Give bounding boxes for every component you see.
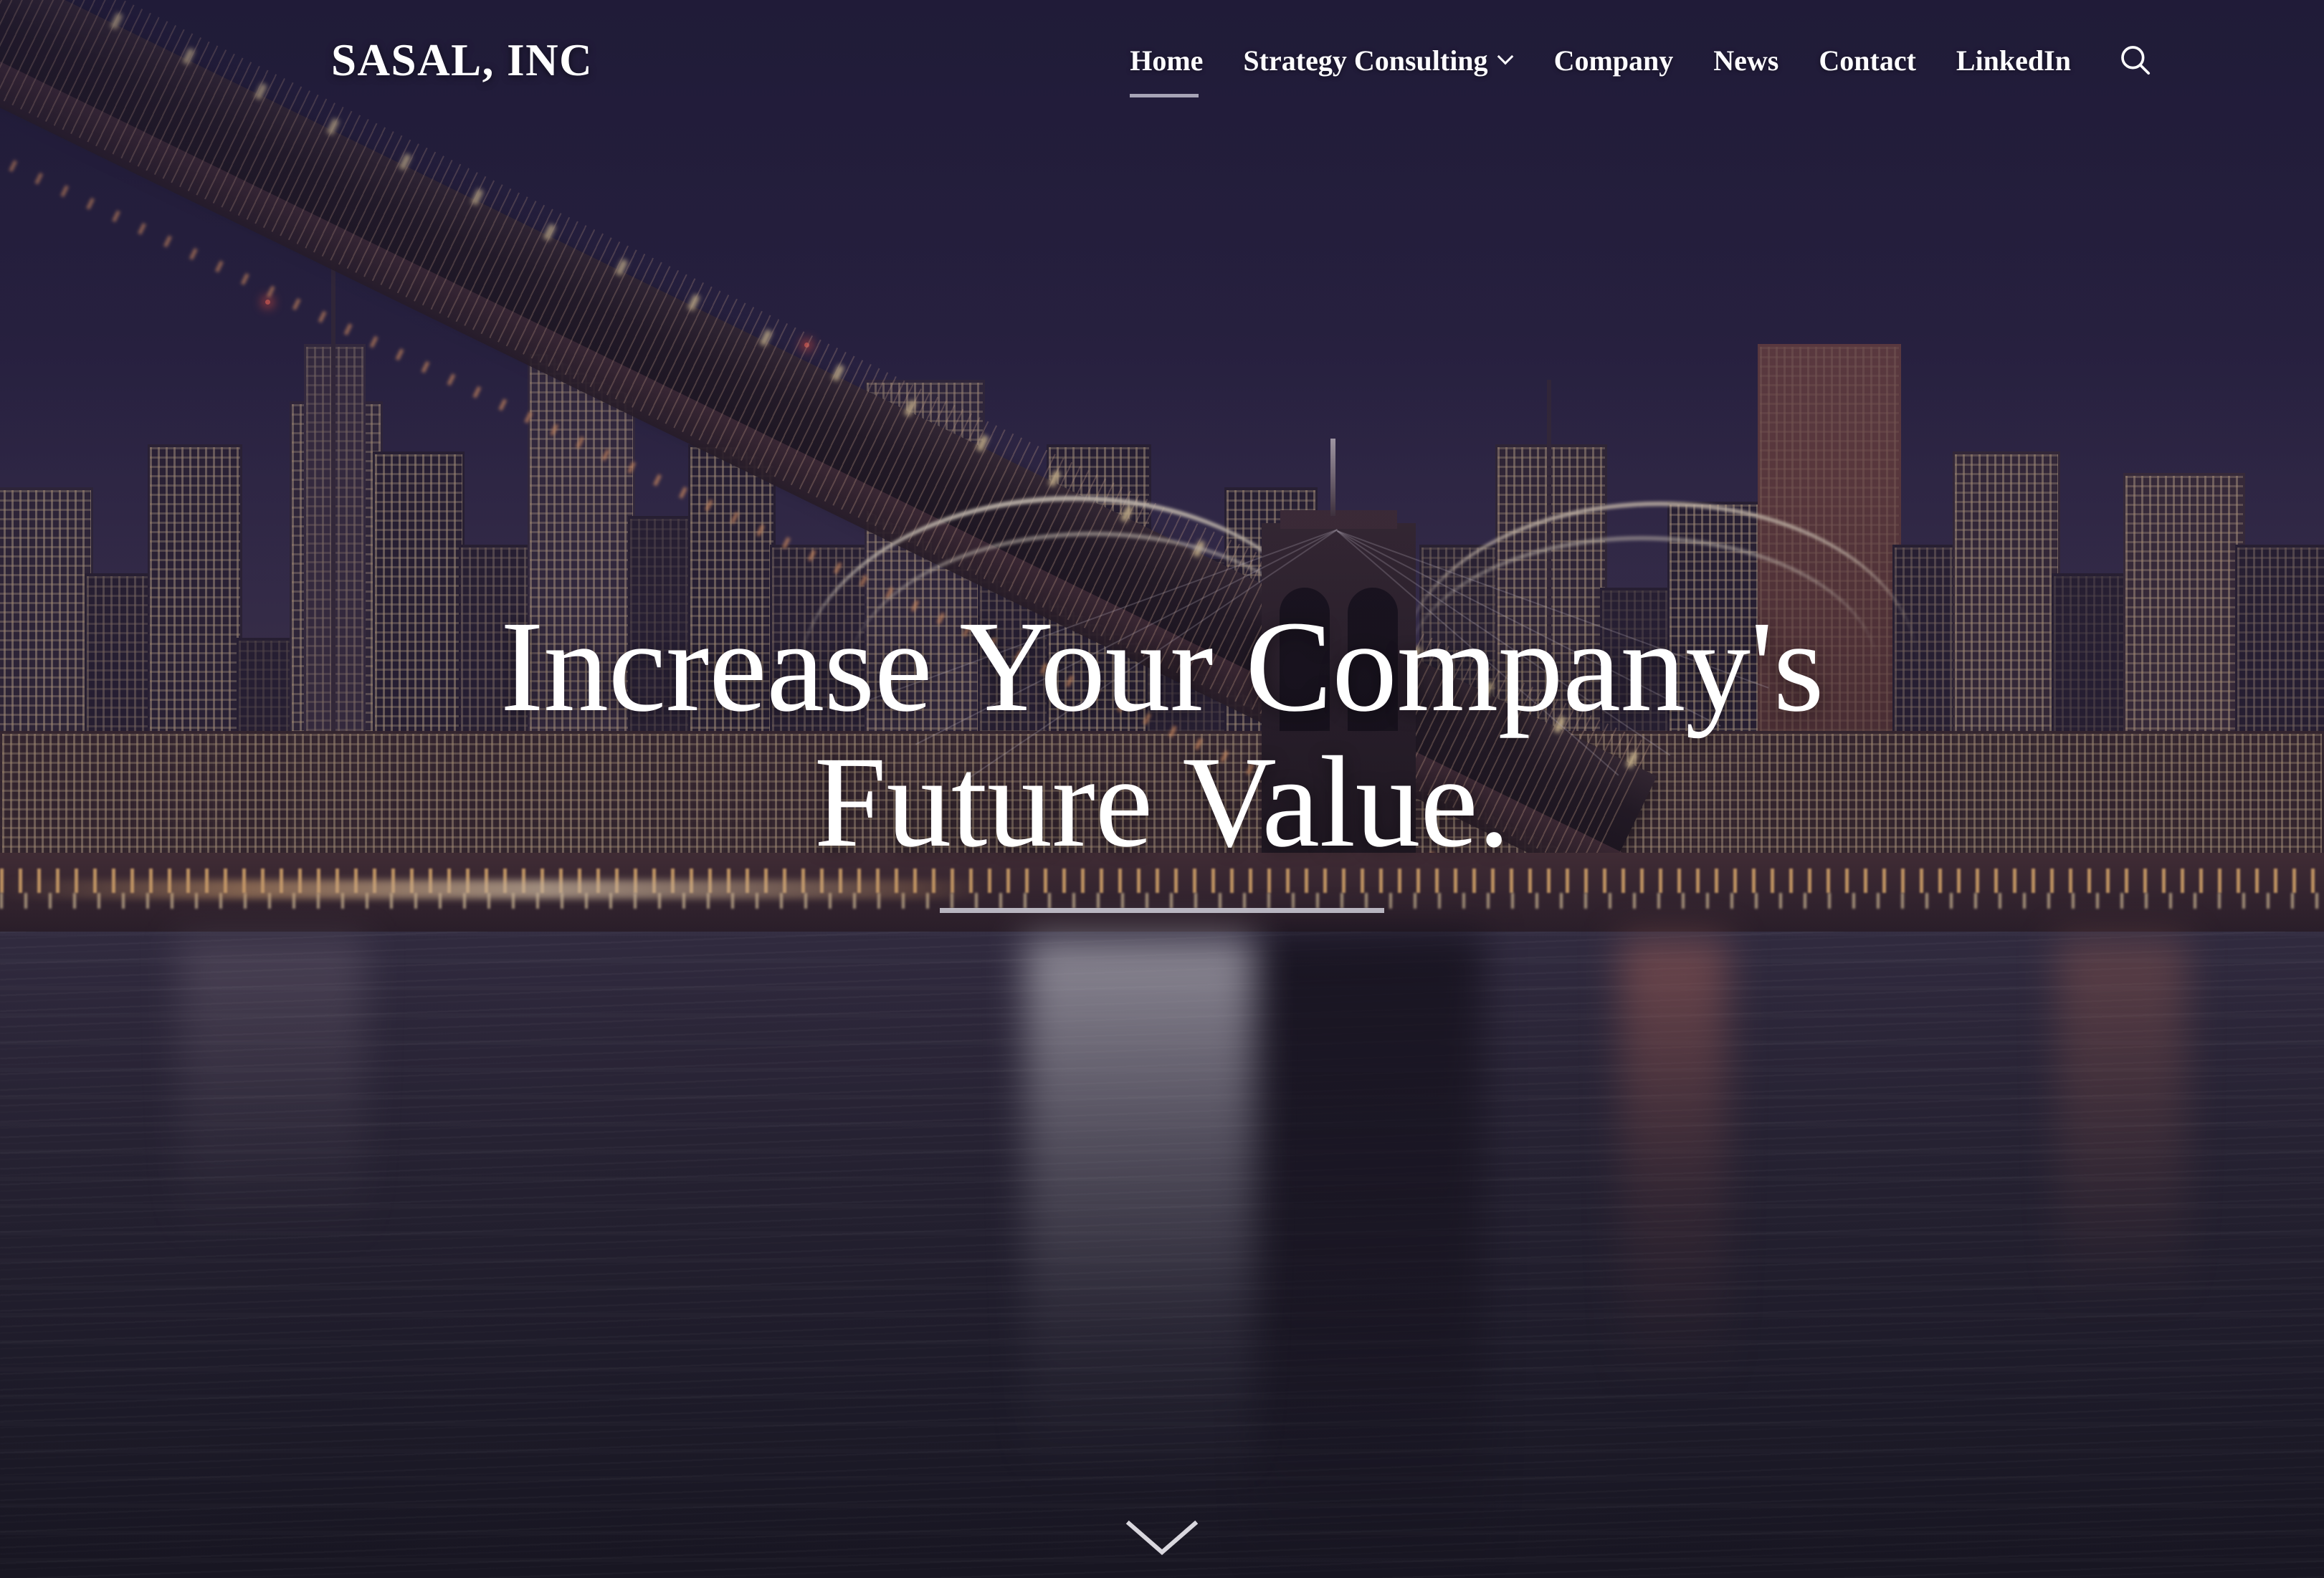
nav-item-company[interactable]: Company (1534, 44, 1694, 77)
nav-label-strategy-consulting: Strategy Consulting (1243, 44, 1488, 77)
nav-label-home: Home (1130, 44, 1204, 77)
hero-title-line-2: Future Value. (814, 730, 1510, 875)
chevron-down-icon (1498, 49, 1514, 65)
search-icon (2121, 46, 2151, 75)
main-navigation: Home Strategy Consulting Company News Co… (1110, 40, 2156, 97)
chevron-down-icon (1125, 1520, 1199, 1555)
nav-item-contact[interactable]: Contact (1799, 44, 1936, 77)
hero-divider (940, 907, 1384, 913)
nav-item-news[interactable]: News (1693, 44, 1799, 77)
search-button[interactable] (2115, 40, 2156, 80)
nav-item-strategy-consulting[interactable]: Strategy Consulting (1223, 44, 1533, 77)
nav-label-linkedin: LinkedIn (1956, 44, 2071, 77)
nav-label-contact: Contact (1819, 44, 1916, 77)
hero-title-line-1: Increase Your Company's (500, 595, 1824, 739)
nav-item-linkedin[interactable]: LinkedIn (1936, 44, 2091, 77)
hero-section: SASAL, INC Home Strategy Consulting Comp… (0, 0, 2324, 1578)
nav-active-underline (1130, 93, 1199, 97)
nav-label-news: News (1713, 44, 1779, 77)
site-header: SASAL, INC Home Strategy Consulting Comp… (0, 0, 2324, 136)
site-logo[interactable]: SASAL, INC (331, 34, 593, 87)
hero-title: Increase Your Company's Future Value. (0, 599, 2324, 871)
nav-item-home[interactable]: Home (1110, 44, 1223, 97)
hero-copy: Increase Your Company's Future Value. (0, 599, 2324, 913)
nav-label-company: Company (1553, 44, 1674, 77)
scroll-down-button[interactable] (1123, 1518, 1201, 1558)
